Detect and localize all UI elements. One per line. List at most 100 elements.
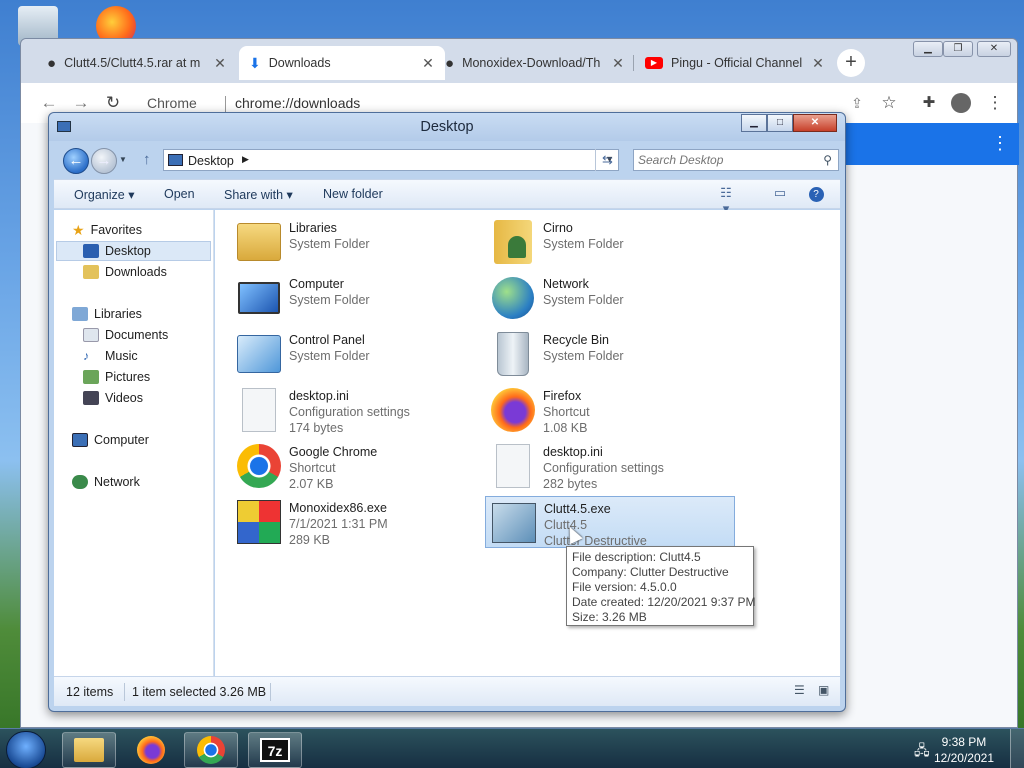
show-desktop-button[interactable] (1010, 729, 1024, 768)
file-item-clutt45[interactable]: Clutt4.5.exe Clutt4.5 Clutter Destructive (485, 496, 735, 548)
tab-github-clutt[interactable]: ● Clutt4.5/Clutt4.5.rar at m ✕ (37, 46, 237, 80)
downloads-folder-icon (83, 265, 99, 279)
nav-pictures[interactable]: Pictures (83, 367, 150, 387)
minimize-button[interactable]: ▁ (913, 41, 943, 57)
exe-shield-icon (490, 499, 538, 547)
maximize-button[interactable]: ❐ (943, 41, 973, 57)
tab-title: Clutt4.5/Clutt4.5.rar at m (64, 56, 201, 70)
file-item-libraries[interactable]: Libraries System Folder (231, 216, 481, 268)
taskbar-firefox[interactable] (124, 732, 178, 768)
youtube-icon: ▶ (645, 57, 663, 69)
chrome-icon (197, 736, 225, 764)
desktop-icon (83, 244, 99, 258)
breadcrumb-arrow-icon[interactable]: ▶ (242, 154, 249, 165)
back-button[interactable]: ← (63, 148, 89, 174)
nav-libraries[interactable]: Libraries (72, 304, 142, 324)
item-count: 12 items (66, 685, 114, 699)
refresh-icon[interactable]: ⇆ (595, 149, 619, 171)
extensions-icon[interactable]: ✚ (917, 91, 941, 115)
view-options-icon[interactable]: ☷ ▾ (716, 185, 736, 216)
omnibox-chip: Chrome (147, 95, 197, 111)
history-dropdown-icon[interactable]: ▼ (119, 155, 127, 164)
close-icon[interactable]: ✕ (421, 55, 435, 72)
file-item-google-chrome[interactable]: Google Chrome Shortcut 2.07 KB (231, 440, 481, 492)
nav-music[interactable]: ♪ Music (83, 346, 138, 366)
window-title: Desktop (420, 119, 474, 135)
large-icons-view-icon[interactable]: ▣ (818, 683, 829, 697)
file-item-cirno[interactable]: Cirno System Folder (485, 216, 735, 268)
share-with-button[interactable]: Share with ▾ (224, 187, 293, 202)
menu-kebab-icon[interactable]: ⋮ (983, 91, 1007, 115)
nav-videos[interactable]: Videos (83, 388, 143, 408)
taskbar-chrome[interactable] (184, 732, 238, 768)
music-icon: ♪ (83, 349, 90, 363)
up-arrow-icon[interactable]: ↑ (143, 151, 151, 168)
recycle-bin-icon (489, 330, 537, 378)
tab-github-monoxidex[interactable]: ● Monoxidex-Download/Th ✕ (435, 46, 635, 80)
star-icon: ★ (72, 221, 85, 238)
clock[interactable]: 9:38 PM 12/20/2021 (934, 734, 994, 766)
tab-downloads[interactable]: ⬇ Downloads ✕ (239, 46, 445, 80)
maximize-button[interactable]: □ (767, 114, 793, 132)
taskbar: 7z 🖧 9:38 PM 12/20/2021 (0, 728, 1024, 768)
taskbar-7zip[interactable]: 7z (248, 732, 302, 768)
libraries-icon (72, 307, 88, 321)
taskbar-explorer[interactable] (62, 732, 116, 768)
github-icon: ● (47, 54, 57, 72)
nav-favorites[interactable]: ★ Favorites (72, 220, 142, 240)
more-options-icon[interactable]: ⋮ (991, 133, 1009, 154)
network-tray-icon[interactable]: 🖧 (914, 740, 930, 764)
clock-date: 12/20/2021 (933, 751, 994, 765)
clock-time: 9:38 PM (941, 735, 987, 749)
nav-downloads[interactable]: Downloads (83, 262, 167, 282)
selection-info: 1 item selected 3.26 MB (132, 685, 267, 699)
search-input[interactable] (638, 152, 808, 168)
organize-button[interactable]: Organize ▾ (74, 187, 134, 202)
start-button[interactable] (6, 731, 46, 768)
nav-computer[interactable]: Computer (72, 430, 149, 450)
control-panel-icon (235, 330, 283, 378)
github-icon: ● (445, 54, 455, 72)
address-bar[interactable]: Desktop ▶ ▼ (163, 149, 619, 171)
user-folder-icon (489, 218, 537, 266)
tab-title: Pingu - Official Channel (671, 56, 803, 70)
explorer-titlebar: Desktop ▁ □ ✕ (49, 113, 845, 141)
command-bar: Organize ▾ Open Share with ▾ New folder … (54, 179, 840, 216)
nav-desktop[interactable]: Desktop (56, 241, 211, 261)
tab-title: Monoxidex-Download/Th (462, 56, 601, 70)
share-icon[interactable]: ⇪ (845, 91, 869, 115)
preview-pane-icon[interactable]: ▭ (770, 185, 790, 203)
omnibox-url: chrome://downloads (235, 95, 361, 111)
new-tab-button[interactable]: + (837, 49, 865, 77)
tab-youtube-pingu[interactable]: ▶ Pingu - Official Channel ✕ (635, 46, 835, 80)
folder-icon (74, 738, 104, 762)
close-button[interactable]: ✕ (977, 41, 1011, 57)
file-item-firefox[interactable]: Firefox Shortcut 1.08 KB (485, 384, 735, 436)
forward-button[interactable]: → (91, 148, 117, 174)
close-icon[interactable]: ✕ (213, 55, 227, 72)
search-icon[interactable]: ⚲ (823, 153, 832, 167)
file-item-network[interactable]: Network System Folder (485, 272, 735, 324)
file-item-desktop-ini-2[interactable]: desktop.ini Configuration settings 282 byt… (485, 440, 735, 492)
file-item-recycle-bin[interactable]: Recycle Bin System Folder (485, 328, 735, 380)
nav-network[interactable]: Network (72, 472, 140, 492)
details-view-icon[interactable]: ☰ (794, 683, 805, 697)
bookmark-star-icon[interactable]: ☆ (877, 91, 901, 115)
file-item-control-panel[interactable]: Control Panel System Folder (231, 328, 481, 380)
close-button[interactable]: ✕ (793, 114, 837, 132)
minimize-button[interactable]: ▁ (741, 114, 767, 132)
file-item-desktop-ini-1[interactable]: desktop.ini Configuration settings 174 byt… (231, 384, 481, 436)
file-item-monoxidex86[interactable]: Monoxidex86.exe 7/1/2021 1:31 PM 289 KB (231, 496, 481, 548)
file-item-computer[interactable]: Computer System Folder (231, 272, 481, 324)
open-button[interactable]: Open (164, 187, 195, 201)
nav-documents[interactable]: Documents (83, 325, 168, 345)
documents-icon (83, 328, 99, 342)
close-icon[interactable]: ✕ (811, 55, 825, 72)
close-icon[interactable]: ✕ (611, 55, 625, 72)
search-box[interactable]: ⚲ (633, 149, 839, 171)
help-icon[interactable]: ? (806, 185, 826, 203)
navigation-pane: ★ Favorites Desktop Downloads Libraries D… (54, 210, 214, 676)
new-folder-button[interactable]: New folder (323, 187, 383, 201)
network-icon (72, 475, 88, 489)
profile-avatar-icon[interactable] (949, 91, 973, 115)
